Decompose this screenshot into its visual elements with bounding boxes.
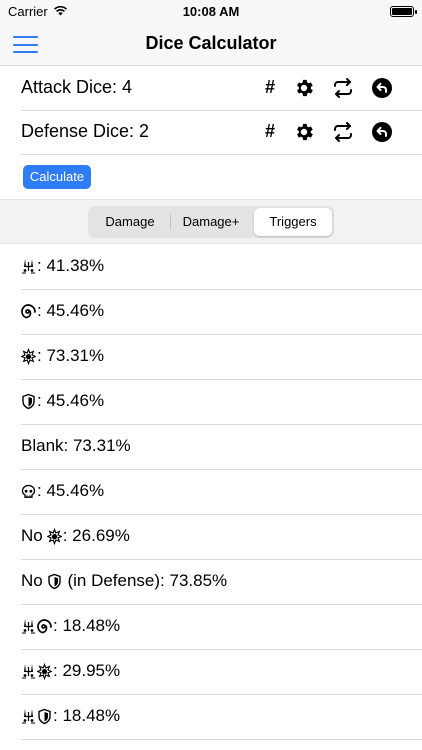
result-text: No (in Defense): 73.85%: [21, 571, 227, 591]
shield-icon: [47, 573, 62, 590]
crit-icon: [21, 663, 36, 680]
hit-icon: [21, 347, 36, 365]
defense-dice-label: Defense Dice: 2: [21, 121, 150, 141]
list-item: : 18.48%: [21, 605, 422, 650]
shield-icon: [37, 708, 52, 725]
result-text: No : 26.69%: [21, 526, 130, 546]
list-item: No (in Defense): 73.85%: [21, 560, 422, 605]
result-value: : 73.31%: [37, 346, 105, 365]
crit-icon: [21, 258, 36, 275]
hit-icon: [46, 527, 62, 545]
status-time: 10:08 AM: [182, 4, 240, 19]
result-prefix: Blank: [21, 436, 64, 455]
defense-dice-row: Defense Dice: 2 #: [0, 110, 422, 154]
result-text: : 73.31%: [21, 346, 104, 366]
tab-damage-plus[interactable]: Damage+: [170, 208, 252, 236]
result-text: : 45.46%: [21, 301, 104, 321]
attack-undo-icon[interactable]: [372, 78, 392, 98]
result-value: (in Defense): 73.85%: [62, 571, 228, 590]
result-prefix: No: [21, 526, 43, 545]
result-value: : 26.69%: [62, 526, 130, 545]
attack-count-button[interactable]: #: [265, 77, 275, 98]
tab-damage[interactable]: Damage: [90, 208, 170, 236]
result-text: : 41.38%: [21, 256, 104, 276]
list-item: : 18.48%: [21, 695, 422, 740]
results-list: : 41.38% : 45.46% : 73.31% : 45.46% Blank…: [0, 245, 422, 740]
list-item: No : 26.69%: [21, 515, 422, 560]
result-type-segmented-control: Damage Damage+ Triggers: [88, 206, 334, 238]
navigation-bar: Dice Calculator: [0, 22, 422, 66]
list-item: : 73.31%: [21, 335, 422, 380]
list-item: : 45.46%: [21, 470, 422, 515]
surge-icon: [21, 303, 36, 320]
crit-icon: [21, 708, 36, 725]
result-text: : 18.48%: [21, 706, 120, 726]
defense-undo-icon[interactable]: [372, 122, 392, 142]
result-prefix: No: [21, 571, 43, 590]
hit-icon: [37, 662, 52, 680]
attack-dice-label: Attack Dice: 4: [21, 77, 133, 97]
result-value: : 29.95%: [53, 661, 121, 680]
calculate-button[interactable]: Calculate: [23, 165, 91, 189]
list-item: : 45.46%: [21, 290, 422, 335]
result-value: : 18.48%: [53, 616, 121, 635]
result-value: : 45.46%: [37, 391, 105, 410]
list-item: : 29.95%: [21, 650, 422, 695]
attack-gear-icon[interactable]: [293, 77, 315, 99]
list-item: : 41.38%: [21, 245, 422, 290]
defense-count-button[interactable]: #: [265, 121, 275, 142]
result-value: : 45.46%: [37, 481, 105, 500]
defense-swap-icon[interactable]: [332, 122, 354, 142]
result-text: : 45.46%: [21, 391, 104, 411]
result-value: : 18.48%: [53, 706, 121, 725]
attack-swap-icon[interactable]: [332, 78, 354, 98]
tab-triggers[interactable]: Triggers: [254, 208, 332, 236]
page-title: Dice Calculator: [145, 33, 277, 53]
battery-icon: [390, 6, 417, 17]
result-text: Blank: 73.31%: [21, 436, 131, 456]
crit-icon: [21, 618, 36, 635]
result-text: : 45.46%: [21, 481, 104, 501]
result-text: : 18.48%: [21, 616, 120, 636]
defense-gear-icon[interactable]: [293, 121, 315, 143]
result-value: : 45.46%: [37, 301, 105, 320]
result-text: : 29.95%: [21, 661, 120, 681]
list-item: : 45.46%: [21, 380, 422, 425]
result-value: : 73.31%: [63, 436, 131, 455]
attack-dice-row: Attack Dice: 4 #: [0, 66, 422, 110]
result-value: : 41.38%: [37, 256, 105, 275]
skull-icon: [21, 483, 36, 500]
divider: [21, 154, 422, 155]
segment-area: Damage Damage+ Triggers: [0, 199, 422, 244]
surge-icon: [37, 618, 52, 635]
list-item: Blank: 73.31%: [21, 425, 422, 470]
status-bar: Carrier 10:08 AM: [0, 0, 422, 22]
shield-icon: [21, 393, 36, 410]
